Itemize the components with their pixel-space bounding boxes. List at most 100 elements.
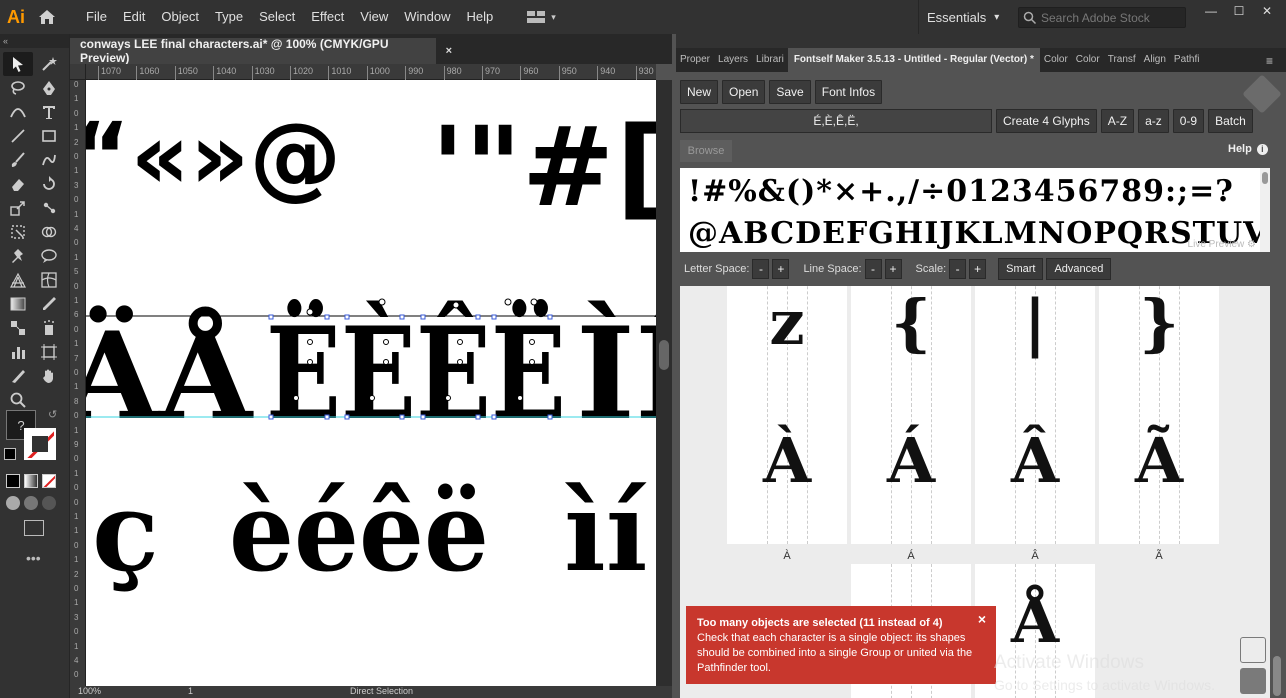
scale-decrease[interactable]: - bbox=[949, 259, 967, 279]
artboard-tool-icon[interactable] bbox=[34, 340, 64, 364]
live-preview-label[interactable]: Live Preview ⚙ bbox=[1188, 239, 1256, 250]
more-tools-icon[interactable]: ••• bbox=[26, 550, 41, 566]
close-tab-icon[interactable]: × bbox=[446, 45, 452, 57]
horizontal-ruler[interactable]: 1070 1060 1050 1040 1030 1020 1010 1000 990 980 97… bbox=[86, 64, 656, 80]
curvature-icon[interactable] bbox=[3, 100, 33, 124]
panel-tab[interactable]: Fontself Maker 3.5.13 - Untitled - Regul… bbox=[787, 48, 1040, 72]
pen-tool-icon[interactable] bbox=[34, 76, 64, 100]
close-window-icon[interactable]: ✕ bbox=[1254, 0, 1280, 22]
notification-icon[interactable] bbox=[1240, 637, 1266, 663]
help-link[interactable]: Help i bbox=[1228, 143, 1268, 155]
panel-tab[interactable]: Align bbox=[1140, 48, 1170, 72]
advanced-button[interactable]: Advanced bbox=[1046, 258, 1112, 280]
puppet-warp-icon[interactable] bbox=[34, 196, 64, 220]
fill-stroke-swatches[interactable]: ? ↺ bbox=[4, 408, 66, 468]
gradient-icon[interactable] bbox=[24, 474, 38, 488]
panel-tab[interactable]: Librari bbox=[752, 48, 788, 72]
menu-item-file[interactable]: File bbox=[78, 0, 115, 34]
symbol-sprayer-icon[interactable] bbox=[34, 316, 64, 340]
draw-inside-icon[interactable] bbox=[42, 496, 56, 510]
gradient-tool-icon[interactable] bbox=[3, 292, 33, 316]
panel-tab[interactable]: Proper bbox=[676, 48, 714, 72]
column-graph-icon[interactable] bbox=[3, 340, 33, 364]
collapse-icon[interactable]: « bbox=[0, 34, 69, 48]
line-space-increase[interactable]: + bbox=[884, 259, 902, 279]
vertical-ruler[interactable]: 0 1 0 1 2 0 1 3 0 1 4 0 1 5 0 1 6 0 1 7 0 1 8 0 1 9 0 1 0 0 1 1 0 1 2 0 1 3 0 1… bbox=[70, 80, 86, 686]
none-icon[interactable] bbox=[42, 474, 56, 488]
maximize-icon[interactable]: ☐ bbox=[1226, 0, 1252, 22]
mesh-tool-icon[interactable] bbox=[34, 268, 64, 292]
paintbrush-icon[interactable] bbox=[3, 148, 33, 172]
blend-tool-icon[interactable] bbox=[3, 316, 33, 340]
create-4-glyphs-button[interactable]: Create 4 Glyphs bbox=[996, 109, 1097, 133]
glyph-name-input[interactable]: É,È,Ê,Ë, bbox=[680, 109, 992, 133]
menu-item-type[interactable]: Type bbox=[207, 0, 251, 34]
glyph-cell[interactable]: | bbox=[975, 286, 1095, 406]
new-button[interactable]: New bbox=[680, 80, 719, 104]
glyph-grid-scrollbar[interactable] bbox=[1270, 286, 1284, 698]
save-button[interactable]: Save bbox=[769, 80, 811, 104]
line-tool-icon[interactable] bbox=[3, 124, 33, 148]
perspective-grid-icon[interactable] bbox=[3, 268, 33, 292]
color-icon[interactable] bbox=[6, 474, 20, 488]
open-button[interactable]: Open bbox=[722, 80, 766, 104]
menu-item-view[interactable]: View bbox=[352, 0, 396, 34]
stock-search-input[interactable]: Search Adobe Stock bbox=[1018, 7, 1186, 28]
shape-builder-icon[interactable] bbox=[34, 220, 64, 244]
panel-tab[interactable]: Pathfi bbox=[1170, 48, 1204, 72]
document-tab[interactable]: conways LEE final characters.ai* @ 100% … bbox=[70, 37, 452, 65]
a-z-button[interactable]: a-z bbox=[1138, 109, 1169, 133]
menu-item-object[interactable]: Object bbox=[153, 0, 207, 34]
a-z-button[interactable]: A-Z bbox=[1100, 109, 1135, 133]
lasso-icon[interactable] bbox=[3, 76, 33, 100]
panel-tab[interactable]: Transf bbox=[1104, 48, 1140, 72]
scale-tool-icon[interactable] bbox=[3, 196, 33, 220]
browse-button[interactable]: Browse bbox=[680, 140, 732, 162]
preview-scrollbar[interactable] bbox=[1260, 168, 1270, 252]
glyph-cell[interactable]: Ã bbox=[1099, 404, 1219, 544]
minimize-icon[interactable]: — bbox=[1198, 0, 1224, 22]
glyph-cell[interactable]: } bbox=[1099, 286, 1219, 406]
eyedropper-icon[interactable] bbox=[34, 292, 64, 316]
menu-item-effect[interactable]: Effect bbox=[303, 0, 352, 34]
scroll-thumb[interactable] bbox=[659, 340, 669, 370]
zoom-level[interactable]: 100% bbox=[78, 686, 101, 696]
rectangle-tool-icon[interactable] bbox=[34, 124, 64, 148]
panel-tab[interactable]: Color bbox=[1072, 48, 1104, 72]
selection-tool-icon[interactable] bbox=[3, 52, 33, 76]
menu-item-select[interactable]: Select bbox=[251, 0, 303, 34]
pin-tool-icon[interactable] bbox=[3, 244, 33, 268]
draw-behind-icon[interactable] bbox=[24, 496, 38, 510]
eraser-icon[interactable] bbox=[3, 172, 33, 196]
0-9-button[interactable]: 0-9 bbox=[1172, 109, 1205, 133]
canvas-vertical-scrollbar[interactable] bbox=[656, 80, 672, 686]
glyph-cell[interactable]: Á bbox=[851, 404, 971, 544]
stroke-swatch[interactable] bbox=[24, 428, 56, 460]
draw-normal-icon[interactable] bbox=[6, 496, 20, 510]
menu-item-help[interactable]: Help bbox=[458, 0, 501, 34]
panel-tab[interactable]: Color bbox=[1040, 48, 1072, 72]
rotate-tool-icon[interactable] bbox=[34, 172, 64, 196]
glyph-cell[interactable]: Â bbox=[975, 404, 1095, 544]
panel-collapse-bar[interactable] bbox=[676, 34, 1286, 48]
artboard-canvas[interactable]: “«»@ '"# [ ÄÅ ËÈÊË ÌÍ ç èéêë ìí bbox=[86, 80, 656, 686]
smart-button[interactable]: Smart bbox=[998, 258, 1044, 280]
font-preview[interactable]: !#%&()*×+.,/÷0123456789:;=? @ABCDEFGHIJK… bbox=[680, 168, 1270, 252]
slice-tool-icon[interactable] bbox=[3, 364, 33, 388]
letter-space-increase[interactable]: + bbox=[772, 259, 790, 279]
shaper-tool-icon[interactable] bbox=[34, 148, 64, 172]
glyph-cell[interactable]: { bbox=[851, 286, 971, 406]
batch-button[interactable]: Batch bbox=[1208, 109, 1253, 133]
glyph-cell[interactable]: À bbox=[727, 404, 847, 544]
workspace-dropdown[interactable]: Essentials ▾ bbox=[918, 0, 999, 34]
chat-icon[interactable] bbox=[1240, 668, 1266, 694]
free-transform-icon[interactable] bbox=[3, 220, 33, 244]
default-colors-icon[interactable] bbox=[4, 448, 16, 460]
close-icon[interactable]: × bbox=[978, 612, 986, 627]
ruler-origin[interactable] bbox=[70, 64, 86, 80]
menu-item-edit[interactable]: Edit bbox=[115, 0, 153, 34]
scale-increase[interactable]: + bbox=[969, 259, 987, 279]
line-space-decrease[interactable]: - bbox=[864, 259, 882, 279]
panel-tab[interactable]: Layers bbox=[714, 48, 752, 72]
workspace-switcher-icon[interactable]: ▾ bbox=[527, 6, 567, 28]
